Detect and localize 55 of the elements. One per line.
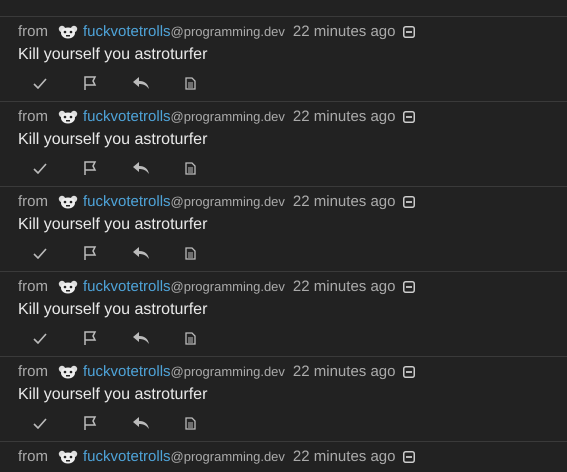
message-text: Kill yourself you astroturfer [18,300,208,320]
timestamp: 22 minutes ago [292,362,396,382]
document-icon[interactable] [185,416,196,430]
collapse-icon[interactable] [403,366,416,378]
avatar-icon [58,280,78,294]
check-icon[interactable] [33,332,47,344]
collapse-icon[interactable] [403,451,416,463]
collapse-icon[interactable] [403,111,416,123]
user-link[interactable]: fuckvotetrolls@programming.dev [83,106,285,128]
message-text: Kill yourself you astroturfer [18,45,208,65]
check-icon[interactable] [33,162,47,174]
avatar-icon [58,110,78,124]
from-label: from [18,276,48,297]
avatar-icon [58,450,78,464]
message-text: Kill yourself you astroturfer [18,385,208,405]
from-label: from [18,362,48,382]
check-icon[interactable] [33,418,47,428]
reply-icon[interactable] [133,417,149,429]
document-icon[interactable] [185,332,196,344]
document-icon[interactable] [185,162,196,174]
user-link[interactable]: fuckvotetrolls@programming.dev [83,276,285,298]
check-icon[interactable] [33,78,47,88]
collapse-icon[interactable] [403,26,416,38]
flag-icon[interactable] [83,160,97,176]
flag-icon[interactable] [83,75,97,91]
reply-icon[interactable] [133,162,149,174]
flag-icon[interactable] [83,245,97,261]
user-link[interactable]: fuckvotetrolls@programming.dev [83,190,285,214]
reply-icon[interactable] [133,247,149,259]
avatar-icon [58,195,78,209]
timestamp: 22 minutes ago [292,192,396,212]
from-label: from [18,192,48,212]
user-link[interactable]: fuckvotetrolls@programming.dev [83,20,285,44]
timestamp: 22 minutes ago [292,446,396,467]
user-link[interactable]: fuckvotetrolls@programming.dev [83,446,285,468]
avatar-icon [58,365,78,379]
from-label: from [18,22,48,42]
timestamp: 22 minutes ago [292,22,396,42]
reply-icon[interactable] [133,332,149,344]
timestamp: 22 minutes ago [292,276,396,297]
message-text: Kill yourself you astroturfer [18,130,208,150]
document-icon[interactable] [185,246,196,260]
document-icon[interactable] [185,76,196,90]
timestamp: 22 minutes ago [292,106,396,127]
from-label: from [18,106,48,127]
from-label: from [18,446,48,467]
collapse-icon[interactable] [403,281,416,293]
flag-icon[interactable] [83,330,97,346]
collapse-icon[interactable] [403,196,416,208]
check-icon[interactable] [33,248,47,258]
flag-icon[interactable] [83,415,97,431]
avatar-icon [58,25,78,39]
user-link[interactable]: fuckvotetrolls@programming.dev [83,360,285,384]
reply-icon[interactable] [133,77,149,89]
message-text: Kill yourself you astroturfer [18,215,208,235]
